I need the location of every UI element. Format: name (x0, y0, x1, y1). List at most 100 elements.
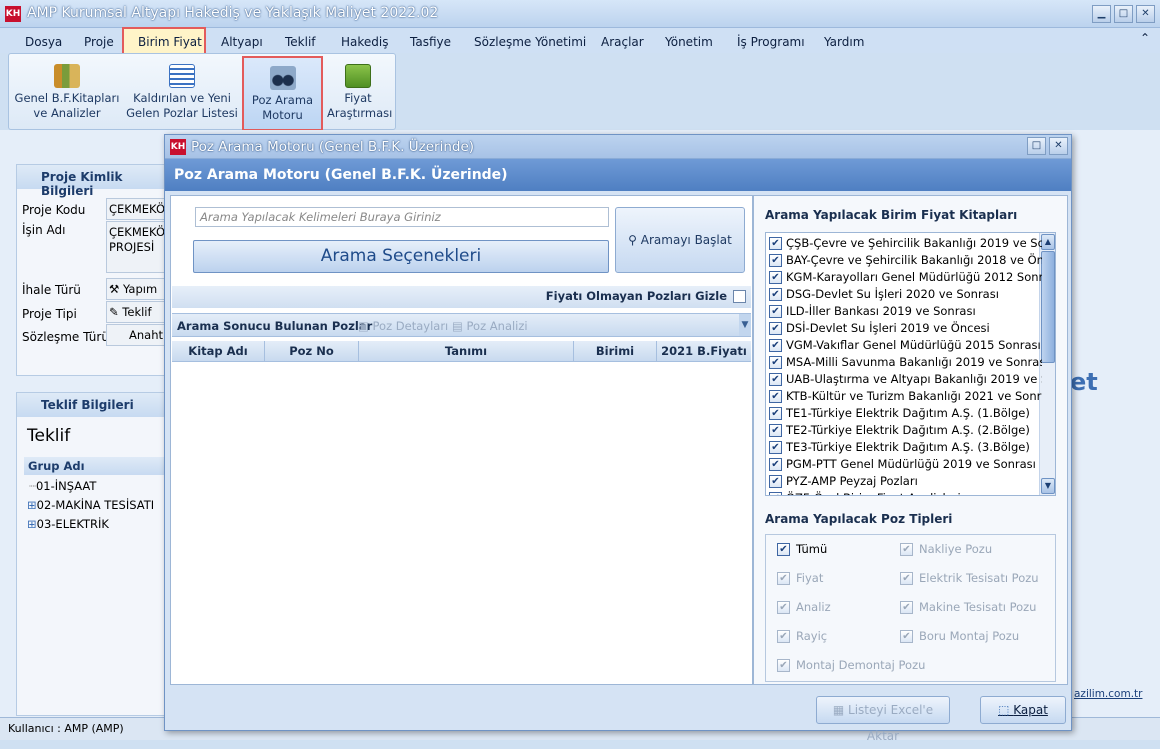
book-list-item[interactable]: ✔ UAB-Ulaştırma ve Altyapı Bakanlığı 2019… (766, 371, 1042, 388)
book-label: TE2-Türkiye Elektrik Dağıtım A.Ş. (2.Böl… (786, 423, 1030, 437)
poz-type-checkbox[interactable]: ✔ (900, 543, 913, 556)
search-options-button[interactable]: Arama Seçenekleri (193, 240, 609, 273)
poz-type-option[interactable]: ✔ Fiyat (777, 571, 823, 587)
start-search-button[interactable]: ⚲ Aramayı Başlat (615, 207, 745, 273)
book-checkbox[interactable]: ✔ (769, 237, 782, 250)
book-checkbox[interactable]: ✔ (769, 390, 782, 403)
poz-detail-button[interactable]: ▣ Poz Detayları (358, 319, 448, 333)
dialog-close-button[interactable]: ✕ (1049, 137, 1068, 155)
poz-analysis-button[interactable]: ▤ Poz Analizi (452, 319, 528, 333)
website-link[interactable]: azilim.com.tr (1074, 688, 1142, 700)
book-list-item[interactable]: ✔ PGM-PTT Genel Müdürlüğü 2019 ve Sonrası (766, 456, 1042, 473)
poz-type-option[interactable]: ✔ Analiz (777, 600, 831, 616)
kaldirilan-pozlar-button[interactable]: Kaldırılan ve Yeni Gelen Pozlar Listesi (125, 56, 239, 129)
poz-type-option[interactable]: ✔ Rayiç (777, 629, 827, 645)
book-checkbox[interactable]: ✔ (769, 441, 782, 454)
book-checkbox[interactable]: ✔ (769, 475, 782, 488)
minimize-button[interactable]: ▁ (1092, 5, 1111, 23)
book-list-item[interactable]: ✔ ILD-İller Bankası 2019 ve Sonrası (766, 303, 1042, 320)
book-list-item[interactable]: ✔ PYZ-AMP Peyzaj Pozları (766, 473, 1042, 490)
book-checkbox[interactable]: ✔ (769, 305, 782, 318)
book-list-item[interactable]: ✔ KTB-Kültür ve Turizm Bakanlığı 2021 ve … (766, 388, 1042, 405)
book-checkbox[interactable]: ✔ (769, 356, 782, 369)
menu-araclar[interactable]: Araçlar (601, 35, 644, 49)
book-checkbox[interactable]: ✔ (769, 373, 782, 386)
poz-type-checkbox[interactable]: ✔ (900, 630, 913, 643)
book-checkbox[interactable]: ✔ (769, 458, 782, 471)
book-list-item[interactable]: ✔ BAY-Çevre ve Şehircilik Bakanlığı 2018 … (766, 252, 1042, 269)
book-list-item[interactable]: ✔ TE2-Türkiye Elektrik Dağıtım A.Ş. (2.Bö… (766, 422, 1042, 439)
book-checkbox[interactable]: ✔ (769, 424, 782, 437)
menu-is-programi[interactable]: İş Programı (737, 35, 805, 49)
poz-type-checkbox[interactable]: ✔ (777, 572, 790, 585)
book-checkbox[interactable]: ✔ (769, 288, 782, 301)
menu-sozlesme-yonetimi[interactable]: Sözleşme Yönetimi (474, 35, 586, 49)
poz-type-checkbox[interactable]: ✔ (777, 659, 790, 672)
book-list-item[interactable]: ✔ KGM-Karayolları Genel Müdürlüğü 2012 So… (766, 269, 1042, 286)
poz-type-checkbox[interactable]: ✔ (900, 572, 913, 585)
book-list-item[interactable]: ✔ ÖZF-Özel Birim Fiyat Analizleri (766, 490, 1042, 495)
poz-type-option[interactable]: ✔ Boru Montaj Pozu (900, 629, 1019, 645)
group-item[interactable]: ⊞03-ELEKTRİK (27, 517, 109, 531)
poz-type-option[interactable]: ✔ Nakliye Pozu (900, 542, 992, 558)
hide-unpriced-checkbox[interactable] (733, 290, 746, 303)
group-item[interactable]: ⊞02-MAKİNA TESİSATI (27, 498, 154, 512)
book-list-item[interactable]: ✔ ÇŞB-Çevre ve Şehircilik Bakanlığı 2019 … (766, 235, 1042, 252)
search-input[interactable]: Arama Yapılacak Kelimeleri Buraya Girini… (195, 207, 609, 227)
book-list-item[interactable]: ✔ DSİ-Devlet Su İşleri 2019 ve Öncesi (766, 320, 1042, 337)
maximize-button[interactable]: □ (1114, 5, 1133, 23)
close-dialog-button[interactable]: ⬚ Kapat (980, 696, 1066, 724)
menu-proje[interactable]: Proje (84, 35, 114, 49)
dialog-maximize-button[interactable]: □ (1027, 137, 1046, 155)
export-excel-button[interactable]: ▦ Listeyi Excel'e Aktar (816, 696, 950, 743)
book-checkbox[interactable]: ✔ (769, 254, 782, 267)
list-icon (169, 64, 195, 88)
book-list-item[interactable]: ✔ VGM-Vakıflar Genel Müdürlüğü 2015 Sonra… (766, 337, 1042, 354)
menu-altyapi[interactable]: Altyapı (221, 35, 263, 49)
col-poz-no[interactable]: Poz No (265, 341, 359, 362)
col-birim-fiyat[interactable]: 2021 B.Fiyatı (657, 341, 751, 362)
expand-icon[interactable]: ⊞ (27, 498, 37, 512)
col-tanimi[interactable]: Tanımı (359, 341, 574, 362)
menu-birim-fiyat[interactable]: Birim Fiyat (138, 35, 202, 49)
menu-hakedis[interactable]: Hakediş (341, 35, 388, 49)
poz-type-checkbox[interactable]: ✔ (900, 601, 913, 614)
book-checkbox[interactable]: ✔ (769, 407, 782, 420)
poz-type-option[interactable]: ✔ Montaj Demontaj Pozu (777, 658, 925, 674)
poz-arama-motoru-button[interactable]: Poz Arama Motoru (242, 56, 323, 131)
poz-type-option[interactable]: ✔ Makine Tesisatı Pozu (900, 600, 1036, 616)
book-list-item[interactable]: ✔ MSA-Milli Savunma Bakanlığı 2019 ve Son… (766, 354, 1042, 371)
expand-icon[interactable]: ⊞ (27, 517, 37, 531)
document-icon: ▣ (358, 319, 373, 333)
scroll-down-icon[interactable]: ▼ (1041, 478, 1055, 494)
book-checkbox[interactable]: ✔ (769, 271, 782, 284)
book-checkbox[interactable]: ✔ (769, 492, 782, 495)
menu-yonetim[interactable]: Yönetim (665, 35, 713, 49)
col-kitap-adi[interactable]: Kitap Adı (172, 341, 265, 362)
chevron-down-icon[interactable]: ▼ (739, 314, 751, 336)
poz-type-option[interactable]: ✔ Elektrik Tesisatı Pozu (900, 571, 1039, 587)
book-list-item[interactable]: ✔ TE3-Türkiye Elektrik Dağıtım A.Ş. (3.Bö… (766, 439, 1042, 456)
col-birimi[interactable]: Birimi (574, 341, 657, 362)
poz-type-checkbox[interactable]: ✔ (777, 601, 790, 614)
book-checkbox[interactable]: ✔ (769, 339, 782, 352)
book-list-item[interactable]: ✔ TE1-Türkiye Elektrik Dağıtım A.Ş. (1.Bö… (766, 405, 1042, 422)
menu-yardim[interactable]: Yardım (824, 35, 864, 49)
poz-type-option[interactable]: ✔ Tümü (777, 542, 827, 558)
ribbon-label: Poz Arama (251, 93, 314, 107)
scroll-up-icon[interactable]: ▲ (1041, 234, 1055, 250)
genel-bf-kitaplari-button[interactable]: Genel B.F.Kitapları ve Analizler (11, 56, 123, 129)
menu-dosya[interactable]: Dosya (25, 35, 62, 49)
book-list-item[interactable]: ✔ DSG-Devlet Su İşleri 2020 ve Sonrası (766, 286, 1042, 303)
group-item[interactable]: ┈01-İNŞAAT (29, 479, 96, 493)
poz-type-checkbox[interactable]: ✔ (777, 630, 790, 643)
menu-tasfiye[interactable]: Tasfiye (410, 35, 451, 49)
dialog-titlebar: KH Poz Arama Motoru (Genel B.F.K. Üzerin… (165, 135, 1071, 159)
menu-teklif[interactable]: Teklif (285, 35, 316, 49)
book-checkbox[interactable]: ✔ (769, 322, 782, 335)
ribbon-collapse-icon[interactable]: ⌃ (1140, 31, 1150, 45)
close-button[interactable]: ✕ (1136, 5, 1155, 23)
poz-type-checkbox[interactable]: ✔ (777, 543, 790, 556)
fiyat-arastirmasi-button[interactable]: Fiyat Araştırması (327, 56, 392, 129)
scrollbar-thumb[interactable] (1041, 251, 1055, 363)
